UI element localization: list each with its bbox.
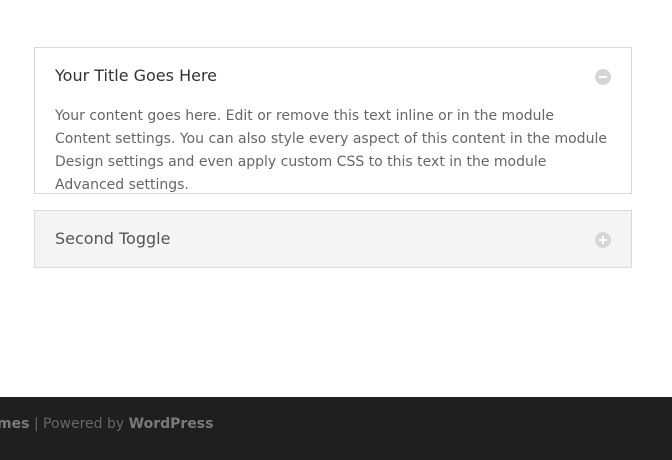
- toggle-content: Your content goes here. Edit or remove t…: [55, 108, 607, 193]
- toggle-title[interactable]: Your Title Goes Here: [55, 66, 217, 86]
- footer: mes | Powered by WordPress: [0, 397, 672, 460]
- plus-circle-icon[interactable]: [595, 232, 611, 248]
- toggle-title-second[interactable]: Second Toggle: [55, 229, 170, 249]
- wordpress-link[interactable]: WordPress: [129, 416, 214, 432]
- minus-circle-icon[interactable]: [595, 69, 611, 85]
- toggle-closed[interactable]: Second Toggle: [34, 210, 632, 268]
- footer-separator-text: | Powered by: [29, 416, 129, 432]
- toggle-open[interactable]: Your Title Goes Here Your content goes h…: [34, 47, 632, 194]
- theme-credit-link[interactable]: mes: [0, 416, 29, 432]
- footer-credits: mes | Powered by WordPress: [0, 414, 213, 434]
